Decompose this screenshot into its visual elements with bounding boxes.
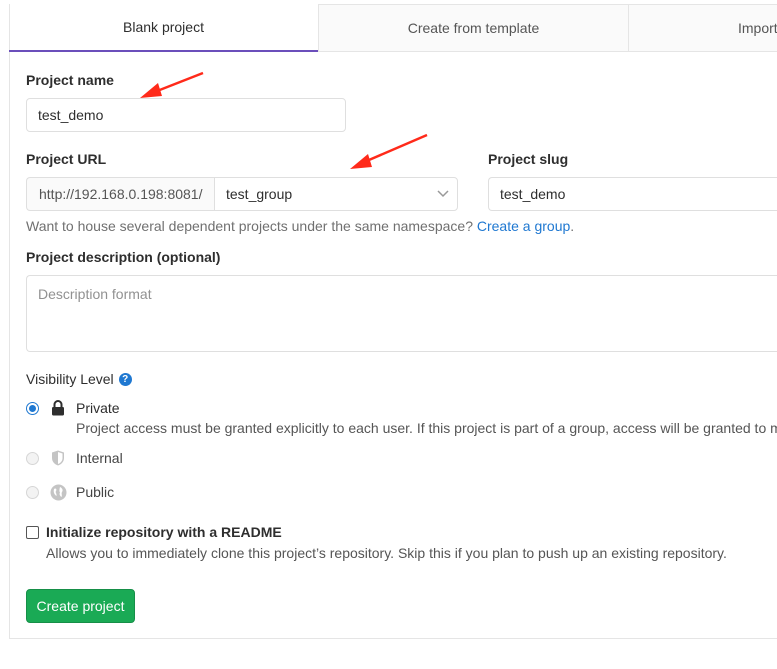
question-circle-icon[interactable]: ? <box>118 372 132 386</box>
visibility-internal-label: Internal <box>76 450 123 466</box>
namespace-help-end: . <box>570 218 575 234</box>
description-placeholder: Description format <box>38 286 152 302</box>
namespace-select[interactable]: test_group <box>214 177 458 211</box>
description-label: Project description (optional) <box>26 249 221 265</box>
readme-description: Allows you to immediately clone this pro… <box>46 545 727 561</box>
namespace-help: Want to house several dependent projects… <box>26 218 574 234</box>
description-textarea[interactable]: Description format <box>26 275 777 352</box>
readme-label: Initialize repository with a README <box>46 524 282 540</box>
globe-icon <box>50 484 67 501</box>
visibility-heading: Visibility Level ? <box>26 371 132 387</box>
create-group-link[interactable]: Create a group <box>477 218 570 234</box>
tab-blank-project[interactable]: Blank project <box>9 4 318 52</box>
url-prefix-text: http://192.168.0.198:8081/ <box>39 186 203 202</box>
project-slug-label: Project slug <box>488 151 569 167</box>
create-project-button[interactable]: Create project <box>26 589 135 623</box>
visibility-private-label: Private <box>76 400 120 416</box>
project-url-label: Project URL <box>26 151 107 167</box>
project-slug-value: test_demo <box>500 186 566 202</box>
tab-import[interactable]: Import <box>628 4 777 52</box>
visibility-private-description: Project access must be granted explicitl… <box>76 420 777 436</box>
namespace-value: test_group <box>226 186 293 202</box>
namespace-help-text: Want to house several dependent projects… <box>26 218 473 234</box>
visibility-public-label: Public <box>76 484 115 500</box>
tab-create-from-template[interactable]: Create from template <box>318 4 628 52</box>
project-name-label: Project name <box>26 72 114 88</box>
project-name-input[interactable]: test_demo <box>26 98 346 132</box>
project-tabs: Blank project Create from template Impor… <box>9 4 777 52</box>
visibility-private-radio[interactable] <box>26 402 39 415</box>
shield-icon <box>52 450 64 466</box>
visibility-label: Visibility Level <box>26 371 114 387</box>
visibility-internal-radio[interactable] <box>26 452 39 465</box>
url-prefix: http://192.168.0.198:8081/ <box>26 177 215 211</box>
project-slug-input[interactable]: test_demo <box>488 177 777 211</box>
readme-checkbox[interactable] <box>26 526 39 539</box>
visibility-public-radio[interactable] <box>26 486 39 499</box>
lock-icon <box>52 400 64 416</box>
project-name-value: test_demo <box>38 107 104 123</box>
chevron-down-icon <box>437 190 449 198</box>
